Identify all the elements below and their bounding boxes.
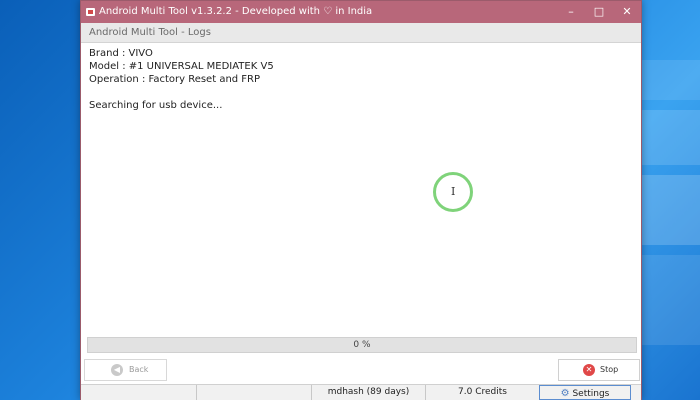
- status-bar: mdhash (89 days) 7.0 Credits ⚙ Settings: [81, 384, 641, 400]
- progress-label: 0 %: [353, 340, 371, 350]
- log-output[interactable]: Brand : VIVO Model : #1 UNIVERSAL MEDIAT…: [89, 47, 629, 112]
- heart-icon: ♡: [323, 6, 333, 17]
- logs-header: Android Multi Tool - Logs: [81, 23, 641, 43]
- stop-button-label: Stop: [600, 365, 619, 374]
- status-credits: 7.0 Credits: [425, 385, 539, 400]
- log-operation: Operation : Factory Reset and FRP: [89, 74, 261, 85]
- window-title: Android Multi Tool v1.3.2.2 - Developed …: [99, 1, 372, 23]
- log-model: Model : #1 UNIVERSAL MEDIATEK V5: [89, 61, 274, 72]
- stop-button[interactable]: ✕ Stop: [558, 359, 640, 381]
- back-button[interactable]: ◀ Back: [84, 359, 167, 381]
- app-icon: [86, 8, 95, 16]
- progress-bar: 0 %: [87, 337, 637, 353]
- stop-icon: ✕: [583, 364, 595, 376]
- gear-icon: ⚙: [560, 388, 570, 399]
- log-brand: Brand : VIVO: [89, 48, 153, 59]
- status-user: mdhash (89 days): [311, 385, 425, 400]
- back-button-label: Back: [129, 365, 149, 374]
- title-bar[interactable]: Android Multi Tool v1.3.2.2 - Developed …: [81, 1, 641, 23]
- settings-label: Settings: [572, 389, 610, 399]
- maximize-button[interactable]: □: [585, 1, 613, 23]
- close-button[interactable]: ✕: [613, 1, 641, 23]
- log-spacer: [89, 86, 629, 99]
- window-title-prefix: Android Multi Tool v1.3.2.2 - Developed …: [99, 6, 320, 17]
- minimize-button[interactable]: –: [557, 1, 585, 23]
- settings-button[interactable]: ⚙ Settings: [539, 385, 631, 400]
- status-cell-empty: [196, 385, 311, 400]
- back-arrow-icon: ◀: [111, 364, 123, 376]
- app-window: Android Multi Tool v1.3.2.2 - Developed …: [80, 0, 642, 400]
- log-status: Searching for usb device...: [89, 100, 223, 111]
- status-cell-empty: [81, 385, 196, 400]
- text-cursor-icon: I: [451, 185, 456, 198]
- window-title-suffix: in India: [335, 6, 373, 17]
